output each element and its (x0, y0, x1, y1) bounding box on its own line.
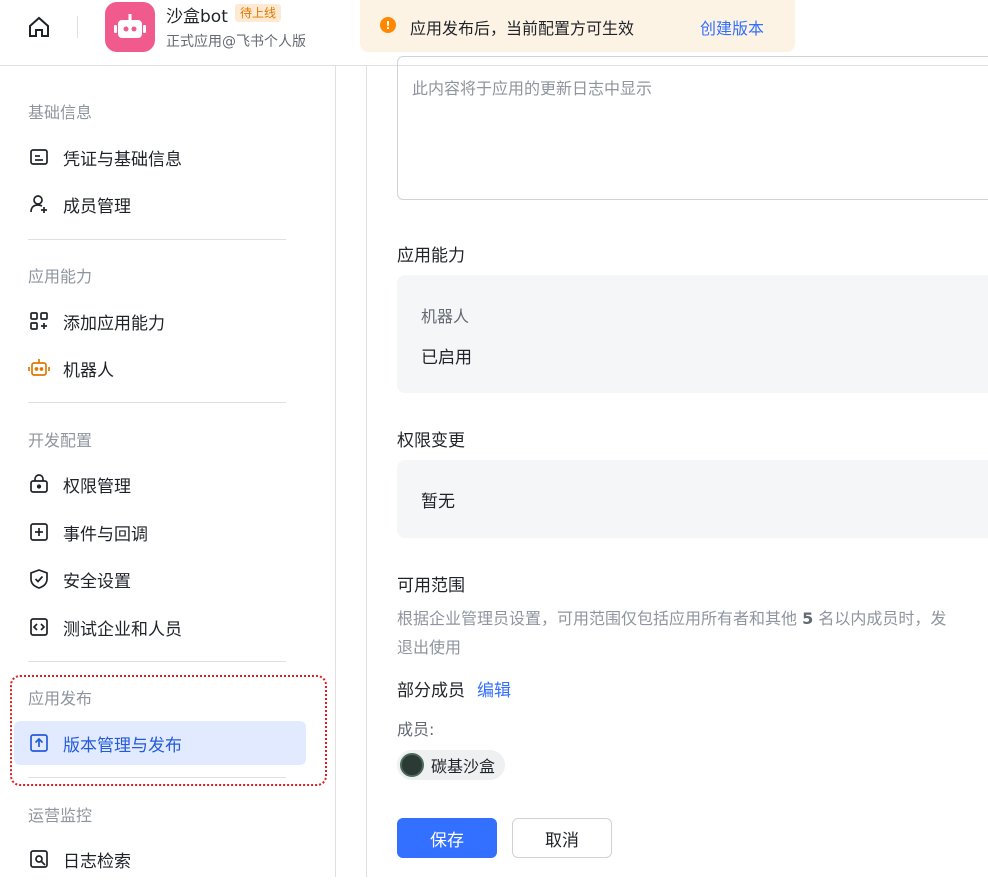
permission-title: 权限变更 (397, 431, 465, 451)
grid-plus-icon (30, 312, 48, 330)
lock-icon (30, 474, 48, 493)
capability-name: 机器人 (421, 307, 470, 326)
app-logo (105, 2, 155, 52)
sidebar-divider (28, 661, 286, 662)
scope-desc-text: 名以内成员时，发 (818, 609, 947, 628)
app-subtitle: 正式应用@飞书个人版 (166, 34, 306, 50)
capability-title: 应用能力 (397, 246, 465, 266)
sidebar-item-credentials[interactable]: 凭证与基础信息 (14, 135, 306, 179)
sidebar-item-permissions[interactable]: 权限管理 (14, 462, 306, 506)
divider (77, 16, 78, 38)
main-content: 此内容将于应用的更新日志中显示 应用能力 机器人 已启用 权限变更 暂无 可用范… (366, 56, 988, 877)
scope-description: 根据企业管理员设置，可用范围仅包括应用所有者和其他 5 名以内成员时，发 退出使… (397, 604, 988, 662)
sidebar-item-label: 添加应用能力 (63, 313, 165, 334)
sidebar-item-label: 凭证与基础信息 (63, 149, 182, 170)
sidebar-item-security[interactable]: 安全设置 (14, 557, 306, 601)
sidebar-item-log-search[interactable]: 日志检索 (14, 837, 306, 881)
log-search-icon (30, 850, 48, 868)
sidebar-item-label: 机器人 (63, 360, 114, 381)
avatar (400, 753, 424, 777)
event-icon (30, 523, 48, 541)
code-icon (30, 618, 48, 636)
sidebar-item-label: 日志检索 (63, 851, 131, 872)
scope-title: 可用范围 (397, 576, 465, 596)
sidebar: 基础信息 凭证与基础信息 成员管理 应用能力 添加应用能力 机器人 开发配置 权… (0, 66, 336, 877)
robot-icon (114, 14, 146, 38)
scope-desc-text: 根据企业管理员设置，可用范围仅包括应用所有者和其他 (397, 609, 798, 628)
permission-value: 暂无 (421, 492, 455, 512)
member-chip[interactable]: 碳基沙盒 (397, 750, 506, 780)
changelog-textarea[interactable]: 此内容将于应用的更新日志中显示 (397, 56, 988, 200)
sidebar-section-dev: 开发配置 (28, 431, 93, 450)
sidebar-section-basic: 基础信息 (28, 103, 93, 122)
publish-notice: ! 应用发布后，当前配置方可生效 创建版本 (360, 0, 795, 52)
status-badge: 待上线 (235, 4, 282, 22)
sidebar-item-label: 权限管理 (63, 476, 131, 497)
scope-desc-text: 退出使用 (397, 638, 462, 657)
sidebar-item-members[interactable]: 成员管理 (14, 182, 306, 226)
sidebar-item-label: 安全设置 (63, 571, 131, 592)
notice-text: 应用发布后，当前配置方可生效 (410, 19, 635, 38)
robot-icon (28, 359, 50, 376)
changelog-placeholder: 此内容将于应用的更新日志中显示 (412, 79, 653, 98)
members-label: 成员: (397, 720, 435, 739)
annotation-highlight (10, 675, 327, 786)
home-button[interactable] (24, 12, 54, 42)
sidebar-divider (28, 239, 286, 240)
warning-icon: ! (380, 17, 396, 33)
sidebar-item-robot[interactable]: 机器人 (14, 346, 306, 390)
sidebar-section-ops: 运营监控 (28, 806, 93, 825)
sidebar-section-capability: 应用能力 (28, 267, 93, 286)
sidebar-item-label: 事件与回调 (63, 524, 148, 545)
cancel-button[interactable]: 取消 (512, 818, 612, 858)
capability-card: 机器人 已启用 (397, 275, 988, 393)
create-version-link[interactable]: 创建版本 (700, 15, 764, 39)
scope-desc-number: 5 (802, 609, 814, 628)
sidebar-item-label: 成员管理 (63, 196, 131, 217)
sidebar-item-events[interactable]: 事件与回调 (14, 510, 306, 554)
sidebar-item-label: 测试企业和人员 (63, 619, 182, 640)
scope-edit-link[interactable]: 编辑 (477, 676, 511, 701)
capability-status: 已启用 (421, 348, 472, 368)
sidebar-item-test-enterprise[interactable]: 测试企业和人员 (14, 605, 306, 649)
save-button[interactable]: 保存 (397, 818, 497, 858)
app-name: 沙盒bot (166, 7, 228, 27)
scope-mode: 部分成员 (397, 681, 465, 701)
shield-icon (30, 569, 48, 589)
credential-icon (30, 149, 48, 165)
sidebar-divider (28, 402, 286, 403)
add-user-icon (30, 195, 47, 213)
home-icon (29, 16, 49, 37)
sidebar-item-add-capability[interactable]: 添加应用能力 (14, 299, 306, 343)
permission-card: 暂无 (397, 460, 988, 538)
member-name: 碳基沙盒 (431, 757, 496, 776)
